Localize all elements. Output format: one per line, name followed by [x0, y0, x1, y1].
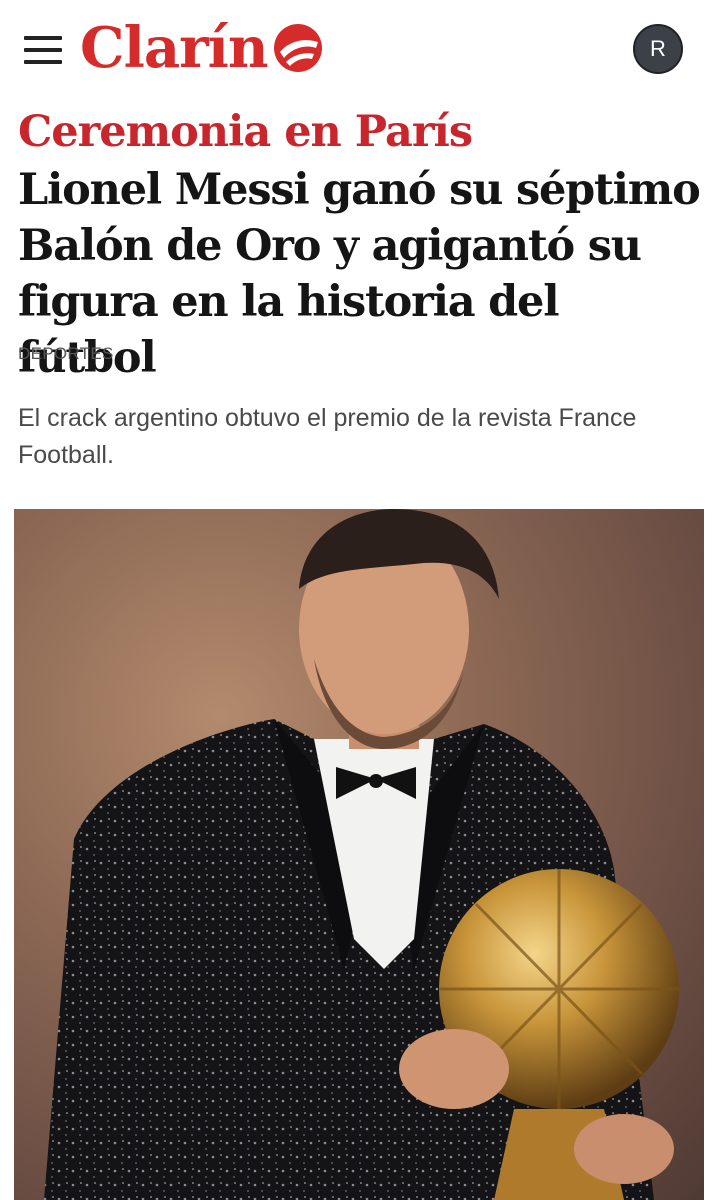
site-logo[interactable]: Clarín	[80, 16, 324, 80]
article-photo[interactable]	[14, 509, 704, 1200]
article-headline[interactable]: Lionel Messi ganó su séptimo Balón de Or…	[18, 162, 708, 386]
user-avatar[interactable]: R	[633, 24, 683, 74]
avatar-initial: R	[650, 36, 666, 61]
photo-illustration	[44, 509, 679, 1200]
section-label[interactable]: DEPORTES	[18, 344, 114, 364]
hamburger-menu-icon[interactable]	[24, 36, 62, 64]
logo-text: Clarín	[80, 15, 269, 81]
top-bar: Clarín R	[0, 0, 718, 100]
logo-mark-icon	[273, 24, 322, 72]
article-summary: El crack argentino obtuvo el premio de l…	[18, 404, 637, 469]
article-kicker: Ceremonia en París	[18, 107, 473, 157]
